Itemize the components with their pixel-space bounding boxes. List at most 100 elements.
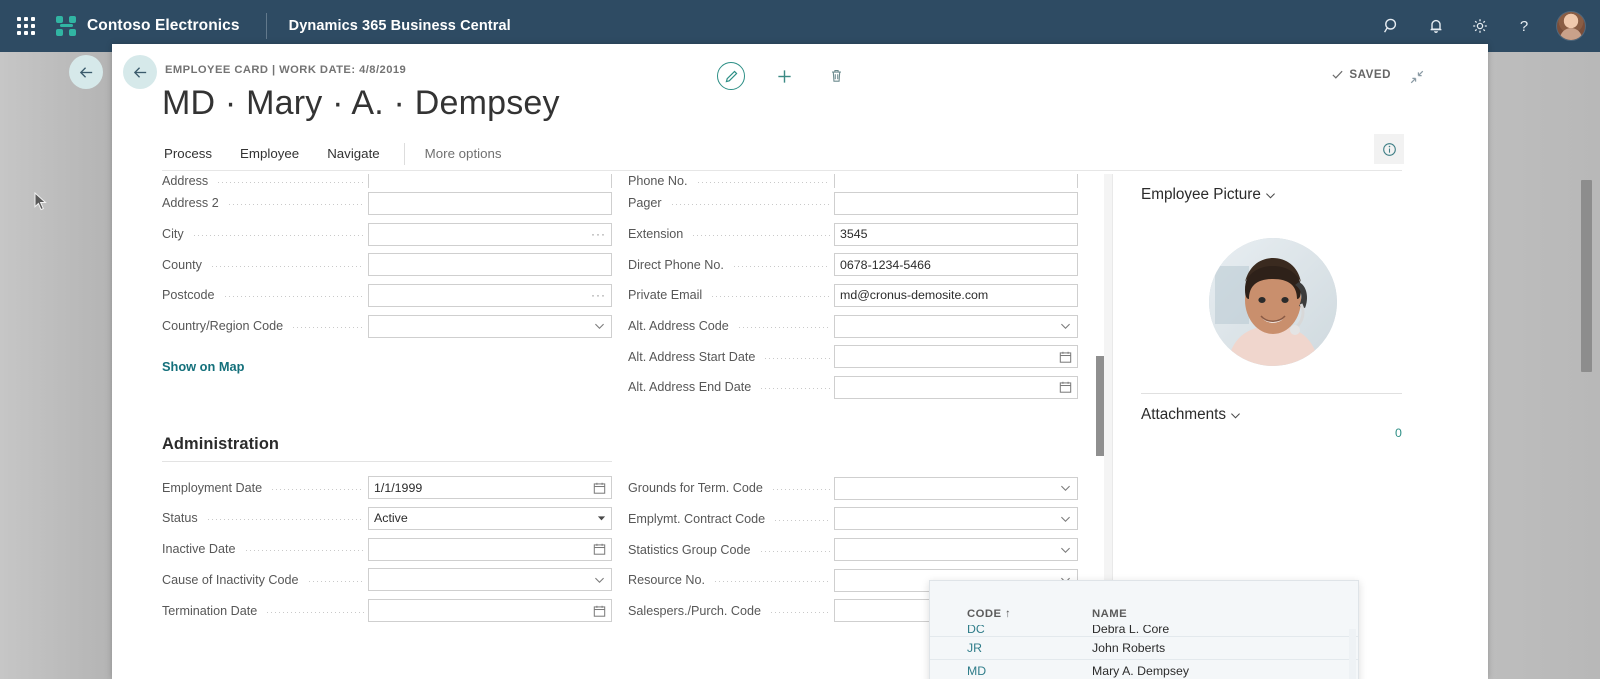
gear-icon[interactable] — [1460, 6, 1500, 46]
field-adornment[interactable] — [597, 514, 606, 523]
field-input-date[interactable] — [368, 537, 612, 561]
calendar-icon — [593, 605, 606, 617]
lookup-row[interactable]: DC Debra L. Core — [930, 625, 1358, 636]
page-scrollbar-thumb[interactable] — [1581, 180, 1592, 372]
field-input-text[interactable] — [834, 191, 1078, 215]
field-input-date[interactable] — [368, 599, 612, 623]
field-input-date[interactable]: 1/1/1999 — [368, 476, 612, 500]
field-adornment[interactable] — [593, 573, 606, 586]
page-scrollbar-track[interactable] — [1581, 52, 1596, 679]
field-leader-dots — [760, 544, 831, 556]
field-leader-dots — [697, 175, 830, 187]
field-leader-dots — [765, 351, 830, 363]
saved-label: SAVED — [1349, 68, 1391, 81]
field-input-date[interactable] — [834, 345, 1078, 369]
edit-button[interactable] — [717, 62, 745, 90]
field-adornment[interactable] — [593, 481, 606, 494]
help-icon[interactable]: ? — [1504, 6, 1544, 46]
field-leader-dots — [193, 228, 364, 240]
general-left-fields: Address Address 2 City ··· County Postcode ···… — [162, 174, 612, 341]
field-input-ellipsis[interactable]: ··· — [368, 283, 612, 307]
field-input-ellipsis[interactable]: ··· — [368, 222, 612, 246]
caret-down-icon — [597, 516, 606, 521]
back-button-inner[interactable] — [123, 55, 157, 89]
field-input-dropdown[interactable] — [368, 314, 612, 338]
more-options-button[interactable]: More options — [415, 146, 512, 161]
field-leader-dots — [224, 289, 364, 301]
field-adornment[interactable] — [593, 604, 606, 617]
column-header-name[interactable]: NAME — [1092, 608, 1127, 620]
ribbon-item-process[interactable]: Process — [162, 146, 226, 161]
employee-photo — [1209, 238, 1337, 366]
field-input-dropdown[interactable] — [368, 568, 612, 592]
bell-icon[interactable] — [1416, 6, 1456, 46]
ribbon-item-navigate[interactable]: Navigate — [313, 146, 393, 161]
calendar-icon — [593, 482, 606, 494]
field-leader-dots — [712, 289, 830, 301]
show-on-map-link[interactable]: Show on Map — [162, 359, 244, 374]
field-input-text[interactable] — [368, 253, 612, 277]
employee-picture-header[interactable]: Employee Picture — [1141, 186, 1277, 204]
field-adornment[interactable] — [593, 320, 606, 333]
grid-icon — [17, 17, 35, 35]
action-ribbon: Process Employee Navigate More options — [162, 137, 1402, 171]
search-icon[interactable] — [1372, 6, 1412, 46]
chevron-down-icon — [1061, 485, 1070, 492]
page-header: EMPLOYEE CARD | WORK DATE: 4/8/2019 MD ·… — [112, 44, 1488, 186]
field-input-dropdown[interactable] — [834, 538, 1078, 562]
field-input-text[interactable]: 3545 — [834, 222, 1078, 246]
user-avatar[interactable] — [1556, 11, 1586, 41]
field-adornment[interactable]: ··· — [591, 227, 606, 241]
collapse-button[interactable] — [1404, 64, 1430, 90]
field-row: Emplymt. Contract Code — [628, 504, 1078, 535]
ribbon-item-employee[interactable]: Employee — [226, 146, 313, 161]
new-button[interactable] — [771, 63, 797, 89]
ellipsis-icon: ··· — [591, 288, 606, 303]
field-input-date[interactable] — [834, 375, 1078, 399]
field-input-text[interactable]: 0678-1234-5466 — [834, 253, 1078, 277]
field-adornment[interactable] — [1059, 320, 1072, 333]
field-adornment[interactable] — [1059, 543, 1072, 556]
field-leader-dots — [775, 513, 830, 525]
attachments-header[interactable]: Attachments — [1141, 406, 1242, 424]
field-adornment[interactable]: ··· — [591, 288, 606, 302]
lookup-dropdown: CODE ↑ NAME DC Debra L. Core JR John Robert… — [929, 580, 1359, 679]
lookup-scrollbar-track[interactable] — [1349, 629, 1356, 679]
field-adornment[interactable] — [1059, 350, 1072, 363]
field-adornment[interactable] — [1059, 381, 1072, 394]
field-row: Status Active — [162, 503, 612, 534]
field-adornment[interactable] — [1059, 512, 1072, 525]
field-input-dropdown[interactable] — [834, 507, 1078, 531]
attachments-label: Attachments — [1141, 406, 1227, 423]
calendar-icon — [1059, 351, 1072, 363]
mouse-cursor — [34, 192, 47, 211]
field-label: Alt. Address End Date — [628, 380, 752, 395]
field-leader-dots — [761, 381, 830, 393]
brand-link[interactable]: Contoso Electronics — [52, 16, 240, 36]
field-adornment[interactable] — [1059, 482, 1072, 495]
lookup-row[interactable]: MD Mary A. Dempsey — [930, 658, 1358, 679]
field-leader-dots — [228, 197, 364, 209]
app-launcher-button[interactable] — [0, 0, 52, 52]
back-button-outer[interactable] — [69, 55, 103, 89]
lookup-row[interactable]: JR John Roberts — [930, 636, 1358, 659]
field-adornment[interactable] — [593, 543, 606, 556]
field-input-text[interactable] — [834, 174, 1078, 188]
info-icon[interactable] — [1374, 134, 1404, 164]
field-leader-dots — [733, 259, 830, 271]
field-input-text[interactable] — [368, 191, 612, 215]
content-scrollbar-thumb[interactable] — [1096, 356, 1104, 456]
lookup-row-name: Mary A. Dempsey — [1092, 663, 1190, 678]
field-input-select[interactable]: Active — [368, 506, 612, 530]
field-input-dropdown[interactable] — [834, 476, 1078, 500]
field-label: County — [162, 257, 202, 272]
field-row: Employment Date 1/1/1999 — [162, 472, 612, 503]
ellipsis-icon: ··· — [591, 227, 606, 242]
field-input-text[interactable] — [368, 174, 612, 188]
field-row: Alt. Address Start Date — [628, 341, 1078, 372]
delete-button[interactable] — [823, 63, 849, 89]
field-input-dropdown[interactable] — [834, 314, 1078, 338]
check-icon — [1332, 70, 1343, 79]
column-header-code[interactable]: CODE ↑ — [967, 608, 1011, 620]
field-input-text[interactable]: md@cronus-demosite.com — [834, 283, 1078, 307]
